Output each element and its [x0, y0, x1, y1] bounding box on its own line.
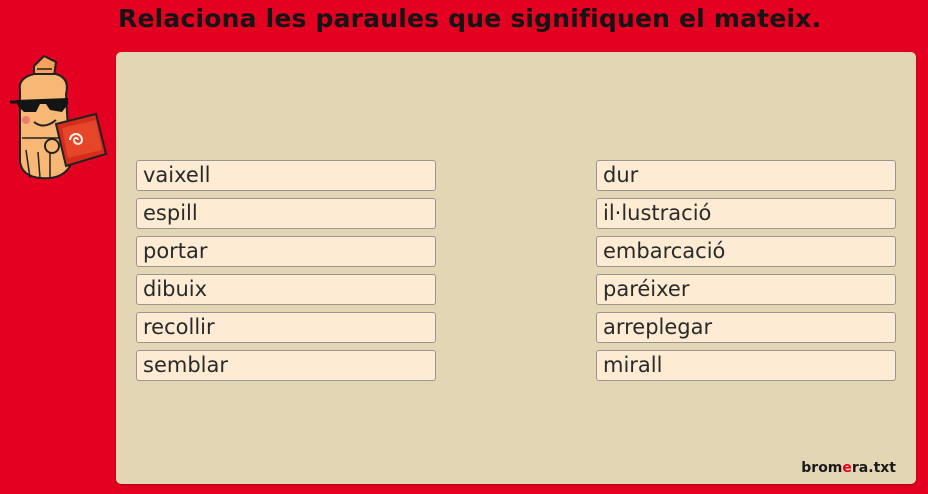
right-word-item[interactable]: embarcació: [596, 236, 896, 267]
left-word-item[interactable]: portar: [136, 236, 436, 267]
exercise-panel: vaixell espill portar dibuix recollir se…: [116, 52, 916, 484]
brand-part3: ra.txt: [851, 460, 896, 476]
left-word-item[interactable]: semblar: [136, 350, 436, 381]
bromera-logo: bromera.txt: [801, 460, 896, 476]
right-word-item[interactable]: il·lustració: [596, 198, 896, 229]
right-word-item[interactable]: dur: [596, 160, 896, 191]
left-word-item[interactable]: vaixell: [136, 160, 436, 191]
right-word-column: dur il·lustració embarcació paréixer arr…: [596, 160, 896, 388]
brand-part1: brom: [801, 460, 843, 476]
right-word-item[interactable]: arreplegar: [596, 312, 896, 343]
exercise-instruction: Relaciona les paraules que signifiquen e…: [118, 4, 822, 33]
right-word-item[interactable]: paréixer: [596, 274, 896, 305]
left-word-item[interactable]: dibuix: [136, 274, 436, 305]
brand-part2: e: [842, 460, 852, 476]
right-word-item[interactable]: mirall: [596, 350, 896, 381]
left-word-item[interactable]: recollir: [136, 312, 436, 343]
left-word-column: vaixell espill portar dibuix recollir se…: [136, 160, 436, 388]
left-word-item[interactable]: espill: [136, 198, 436, 229]
pencil-mascot-reading-book-icon: [10, 54, 108, 180]
